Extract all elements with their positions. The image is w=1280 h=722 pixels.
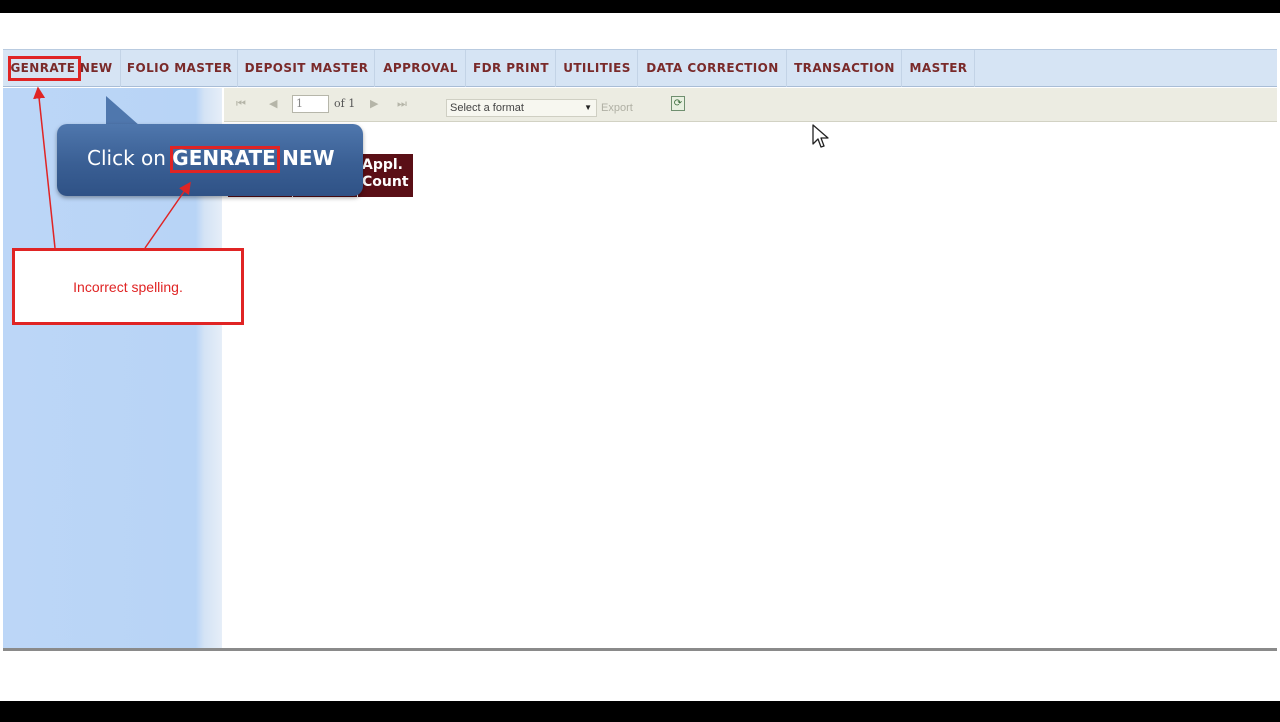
report-toolbar: ⏮ ◀ 1 of 1 ▶ ⏭ Select a format ▼ Export …: [224, 88, 1277, 122]
refresh-icon[interactable]: ⟳: [671, 96, 685, 111]
menu-item-master[interactable]: MASTER: [903, 50, 975, 87]
export-link[interactable]: Export: [601, 102, 633, 114]
menu-item-label: FDR PRINT: [473, 61, 549, 75]
menu-item-transaction[interactable]: TRANSACTION: [788, 50, 902, 87]
content-bottom-border: [3, 648, 1277, 651]
tutorial-callout: Click on GENRATE NEW: [57, 124, 363, 196]
menu-item-label: FOLIO MASTER: [126, 61, 233, 75]
menu-item-utilities[interactable]: UTILITIES: [557, 50, 638, 87]
menu-item-label: TRANSACTION: [794, 61, 895, 75]
menu-item-deposit-master[interactable]: DEPOSIT MASTER: [239, 50, 375, 87]
menu-item-approval[interactable]: APPROVAL: [376, 50, 466, 87]
menu-item-label: MASTER: [909, 61, 968, 75]
annotation-text: Incorrect spelling.: [73, 279, 183, 295]
page-number-input[interactable]: 1: [292, 95, 329, 113]
previous-page-icon[interactable]: ◀: [269, 97, 277, 110]
table-header-appl-count: Appl. Count: [358, 154, 413, 197]
mouse-cursor-icon: [812, 124, 829, 148]
annotation-box: Incorrect spelling.: [12, 248, 244, 325]
first-page-icon[interactable]: ⏮: [236, 97, 246, 111]
next-page-icon[interactable]: ▶: [370, 97, 378, 110]
highlight-box: [170, 146, 280, 173]
export-format-select[interactable]: Select a format ▼: [446, 99, 597, 117]
menu-item-fdr-print[interactable]: FDR PRINT: [467, 50, 556, 87]
menu-item-label: UTILITIES: [563, 61, 631, 75]
screen: GENRATE NEW FOLIO MASTER DEPOSIT MASTER …: [0, 13, 1280, 701]
menu-item-folio-master[interactable]: FOLIO MASTER: [122, 50, 238, 87]
menu-item-label: DATA CORRECTION: [646, 61, 779, 75]
format-select-value: Select a format: [450, 102, 524, 114]
last-page-icon[interactable]: ⏭: [397, 97, 407, 111]
menu-item-label: APPROVAL: [383, 61, 458, 75]
main-menu-bar: GENRATE NEW FOLIO MASTER DEPOSIT MASTER …: [3, 49, 1277, 87]
highlight-box: [8, 56, 81, 81]
menu-item-label: DEPOSIT MASTER: [244, 61, 369, 75]
callout-suffix: NEW: [282, 146, 335, 170]
callout-prefix: Click on: [87, 146, 166, 170]
page-count-text: of 1: [334, 97, 356, 110]
menu-item-data-correction[interactable]: DATA CORRECTION: [639, 50, 787, 87]
menu-item-genrate-new[interactable]: GENRATE NEW: [3, 50, 121, 87]
callout-tail: [106, 96, 140, 126]
chevron-down-icon: ▼: [584, 103, 592, 112]
